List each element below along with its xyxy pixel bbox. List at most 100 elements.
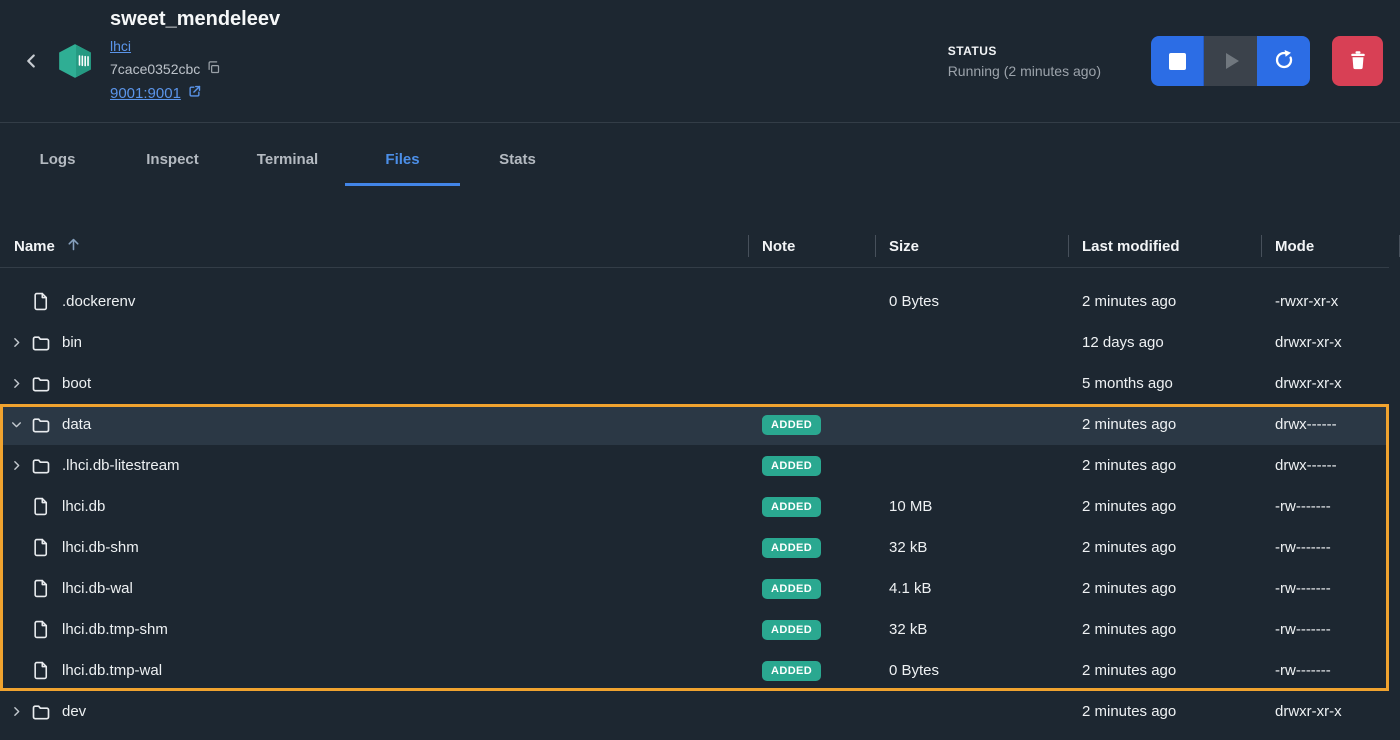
modified-cell: 5 months ago [1082,375,1173,392]
name-cell: boot [0,373,748,395]
size-cell: 4.1 kB [889,580,932,597]
name-cell: lhci.db-wal [0,578,748,600]
column-header-name[interactable]: Name [0,225,748,267]
note-cell: ADDED [748,578,875,599]
container-header: sweet_mendeleev lhci 7cace0352cbc 9001:9… [0,0,1400,123]
detail-tabs: Logs Inspect Terminal Files Stats [0,123,1400,186]
chevron-right-icon[interactable] [8,539,25,556]
back-chevron-icon [20,50,42,76]
mode-cell: drwx------ [1275,416,1337,433]
column-header-modified[interactable]: Last modified [1068,225,1261,267]
chevron-right-icon[interactable] [8,334,25,351]
file-icon [30,291,52,313]
chevron-down-icon[interactable] [8,416,25,433]
mode-cell: drwxr-xr-x [1275,334,1342,351]
size-cell: 0 Bytes [889,293,940,310]
table-row[interactable]: .dockerenv 0 Bytes 2 minutes ago -rwxr-x… [0,281,1389,322]
chevron-right-icon[interactable] [8,293,25,310]
note-badge: ADDED [762,414,822,435]
size-cell: 32 kB [889,539,928,556]
mode-cell: -rw------- [1275,498,1331,515]
column-header-size[interactable]: Size [875,225,1068,267]
mode-cell: drwxr-xr-x [1275,375,1342,392]
copy-icon[interactable] [206,60,221,78]
modified-cell: 2 minutes ago [1082,662,1177,679]
restart-button[interactable] [1257,36,1310,86]
note-badge: ADDED [762,660,822,681]
note-cell: ADDED [748,414,875,435]
file-name: lhci.db.tmp-wal [62,662,163,679]
tab-logs[interactable]: Logs [0,133,115,186]
container-id: 7cace0352cbc [110,61,201,77]
name-cell: bin [0,332,748,354]
image-link[interactable]: lhci [110,38,131,54]
stop-button[interactable] [1151,36,1204,86]
name-cell: lhci.db [0,496,748,518]
folder-icon [30,455,52,477]
table-row[interactable]: bin 12 days ago drwxr-xr-x [0,322,1389,363]
size-cell: 32 kB [889,621,928,638]
container-controls [1151,36,1310,86]
mode-cell: drwx------ [1275,457,1337,474]
folder-icon [30,332,52,354]
port-link[interactable]: 9001:9001 [110,85,181,102]
chevron-right-icon[interactable] [8,621,25,638]
file-name: bin [62,334,83,351]
file-icon [30,496,52,518]
restart-icon [1272,48,1296,75]
modified-cell: 2 minutes ago [1082,416,1177,433]
sort-ascending-icon [65,236,82,257]
file-name: lhci.db-wal [62,580,133,597]
external-link-icon[interactable] [187,84,202,103]
start-button[interactable] [1204,36,1257,86]
table-row[interactable]: lhci.db.tmp-wal ADDED 0 Bytes 2 minutes … [0,650,1389,691]
tab-stats[interactable]: Stats [460,133,575,186]
chevron-right-icon[interactable] [8,498,25,515]
note-cell: ADDED [748,455,875,476]
column-header-mode[interactable]: Mode [1261,225,1400,267]
note-badge: ADDED [762,455,822,476]
modified-cell: 12 days ago [1082,334,1164,351]
table-row[interactable]: lhci.db ADDED 10 MB 2 minutes ago -rw---… [0,486,1389,527]
modified-cell: 2 minutes ago [1082,457,1177,474]
size-cell: 10 MB [889,498,933,515]
name-cell: .dockerenv [0,291,748,313]
file-name: data [62,416,92,433]
table-row[interactable]: data ADDED 2 minutes ago drwx------ [0,404,1389,445]
note-badge: ADDED [762,619,822,640]
modified-cell: 2 minutes ago [1082,498,1177,515]
file-name: boot [62,375,92,392]
table-row[interactable]: .lhci.db-litestream ADDED 2 minutes ago … [0,445,1389,486]
back-button[interactable] [18,50,44,76]
chevron-right-icon[interactable] [8,375,25,392]
added-files-group: data ADDED 2 minutes ago drwx------ .lhc… [0,404,1389,691]
table-row[interactable]: boot 5 months ago drwxr-xr-x [0,363,1389,404]
column-label-mode: Mode [1275,237,1315,255]
chevron-right-icon[interactable] [8,457,25,474]
file-icon [30,537,52,559]
column-label-note: Note [762,237,796,255]
table-row[interactable]: lhci.db-shm ADDED 32 kB 2 minutes ago -r… [0,527,1389,568]
tab-inspect[interactable]: Inspect [115,133,230,186]
tab-terminal[interactable]: Terminal [230,133,345,186]
table-row[interactable]: lhci.db.tmp-shm ADDED 32 kB 2 minutes ag… [0,609,1389,650]
mode-cell: -rw------- [1275,580,1331,597]
page-title: sweet_mendeleev [110,8,281,30]
mode-cell: -rw------- [1275,621,1331,638]
file-name: lhci.db.tmp-shm [62,621,168,638]
chevron-right-icon[interactable] [8,703,25,720]
file-name: dev [62,703,87,720]
table-header: Name Note Size Last modified Mode [0,225,1400,268]
modified-cell: 2 minutes ago [1082,580,1177,597]
file-icon [30,578,52,600]
table-row[interactable]: lhci.db-wal ADDED 4.1 kB 2 minutes ago -… [0,568,1389,609]
name-cell: lhci.db.tmp-shm [0,619,748,641]
note-badge: ADDED [762,537,822,558]
folder-icon [30,701,52,723]
chevron-right-icon[interactable] [8,662,25,679]
table-row[interactable]: dev 2 minutes ago drwxr-xr-x [0,691,1389,732]
chevron-right-icon[interactable] [8,580,25,597]
column-header-note[interactable]: Note [748,225,875,267]
delete-button[interactable] [1332,36,1383,86]
tab-files[interactable]: Files [345,133,460,186]
